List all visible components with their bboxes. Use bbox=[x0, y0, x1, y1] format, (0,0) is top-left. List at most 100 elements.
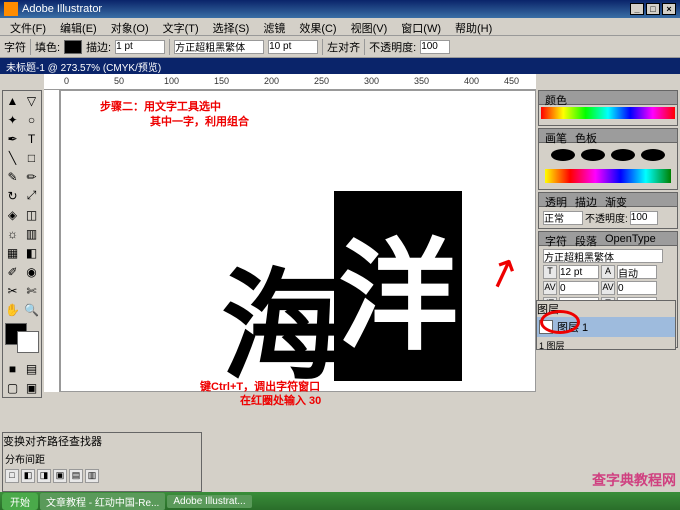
line-tool[interactable]: ╲ bbox=[3, 148, 22, 167]
menu-type[interactable]: 文字(T) bbox=[157, 20, 205, 33]
opacity-field[interactable] bbox=[630, 211, 658, 225]
kern-icon: AV bbox=[543, 281, 557, 295]
close-button[interactable]: × bbox=[662, 3, 676, 15]
maximize-button[interactable]: □ bbox=[646, 3, 660, 15]
fullscreen-mode[interactable]: ▣ bbox=[22, 378, 41, 397]
char-leading[interactable] bbox=[617, 265, 657, 279]
slice-tool[interactable]: ✂ bbox=[3, 281, 22, 300]
size-icon: T bbox=[543, 265, 557, 279]
tab-brush[interactable]: 画笔 bbox=[541, 130, 571, 141]
fill-swatch[interactable] bbox=[64, 40, 82, 54]
symbol-tool[interactable]: ☼ bbox=[3, 224, 22, 243]
color-spectrum[interactable] bbox=[541, 107, 675, 119]
tab-character[interactable]: 字符 bbox=[541, 233, 571, 244]
menu-select[interactable]: 选择(S) bbox=[207, 20, 256, 33]
pathfinder-panel: 变换对齐路径查找器 分布间距 □ ◧ ◨ ▣ ▤ ▥ bbox=[2, 432, 202, 492]
tab-stroke[interactable]: 描边 bbox=[571, 194, 601, 205]
tab-align[interactable]: 对齐 bbox=[25, 436, 47, 448]
direct-select-tool[interactable]: ▽ bbox=[22, 91, 41, 110]
rotate-tool[interactable]: ↻ bbox=[3, 186, 22, 205]
brush-swatch[interactable] bbox=[641, 149, 665, 161]
opacity-input[interactable] bbox=[420, 40, 450, 54]
pen-tool[interactable]: ✒ bbox=[3, 129, 22, 148]
gradient-mode[interactable]: ▤ bbox=[22, 359, 41, 378]
text-char-2[interactable]: 洋 bbox=[338, 230, 458, 364]
zoom-tool[interactable]: 🔍 bbox=[22, 300, 41, 319]
minimize-button[interactable]: _ bbox=[630, 3, 644, 15]
app-title: Adobe Illustrator bbox=[22, 3, 102, 15]
magic-wand-tool[interactable]: ✦ bbox=[3, 110, 22, 129]
color-mode[interactable]: ■ bbox=[3, 359, 22, 378]
annotation-circle bbox=[540, 310, 580, 334]
tab-trans[interactable]: 透明 bbox=[541, 194, 571, 205]
char-font[interactable] bbox=[543, 249, 663, 263]
gradient-preview[interactable] bbox=[545, 169, 671, 183]
font-size-input[interactable] bbox=[268, 40, 318, 54]
menu-help[interactable]: 帮助(H) bbox=[449, 20, 498, 33]
layer-count: 1 图层 bbox=[537, 337, 675, 354]
menu-effect[interactable]: 效果(C) bbox=[293, 20, 342, 33]
free-transform-tool[interactable]: ◫ bbox=[22, 205, 41, 224]
menu-filter[interactable]: 滤镜 bbox=[257, 20, 291, 33]
blend-tool[interactable]: ◉ bbox=[22, 262, 41, 281]
char-kerning[interactable] bbox=[559, 281, 599, 295]
document-tab[interactable]: 未标题-1 @ 273.57% (CMYK/预览) bbox=[0, 58, 680, 74]
canvas[interactable]: 海 洋 bbox=[60, 90, 536, 392]
pathfinder-btn[interactable]: ▣ bbox=[53, 469, 67, 483]
selection-tool[interactable]: ▲ bbox=[3, 91, 22, 110]
brush-swatch[interactable] bbox=[611, 149, 635, 161]
tab-swatch[interactable]: 色板 bbox=[571, 130, 601, 141]
fill-label: 填色: bbox=[35, 39, 60, 55]
screen-mode[interactable]: ▢ bbox=[3, 378, 22, 397]
align-label[interactable]: 左对齐 bbox=[327, 39, 360, 55]
blend-mode[interactable] bbox=[543, 211, 583, 225]
stroke-weight[interactable] bbox=[115, 40, 165, 54]
graph-tool[interactable]: ▥ bbox=[22, 224, 41, 243]
pathfinder-btn[interactable]: ◨ bbox=[37, 469, 51, 483]
warp-tool[interactable]: ◈ bbox=[3, 205, 22, 224]
scissors-tool[interactable]: ✄ bbox=[22, 281, 41, 300]
background-color[interactable] bbox=[17, 331, 39, 353]
pathfinder-btn[interactable]: □ bbox=[5, 469, 19, 483]
rect-tool[interactable]: □ bbox=[22, 148, 41, 167]
gradient-tool[interactable]: ◧ bbox=[22, 243, 41, 262]
lasso-tool[interactable]: ○ bbox=[22, 110, 41, 129]
char-size[interactable] bbox=[559, 265, 599, 279]
taskbar-item[interactable]: 文章教程 - 红动中国-Re... bbox=[40, 493, 165, 510]
menu-view[interactable]: 视图(V) bbox=[345, 20, 394, 33]
menu-window[interactable]: 窗口(W) bbox=[395, 20, 447, 33]
pathfinder-btn[interactable]: ▥ bbox=[85, 469, 99, 483]
opt-label: 字符 bbox=[4, 39, 26, 55]
type-tool[interactable]: T bbox=[22, 129, 41, 148]
tab-pathfinder[interactable]: 路径查找器 bbox=[47, 436, 102, 448]
mesh-tool[interactable]: ▦ bbox=[3, 243, 22, 262]
ruler-vertical bbox=[44, 90, 60, 392]
track-icon: AV bbox=[601, 281, 615, 295]
font-family-input[interactable] bbox=[174, 40, 264, 54]
char-tracking[interactable] bbox=[617, 281, 657, 295]
menu-edit[interactable]: 编辑(E) bbox=[54, 20, 103, 33]
tab-color[interactable]: 颜色 bbox=[541, 92, 571, 103]
watermark: 查字典教程网 bbox=[592, 470, 676, 490]
scale-tool[interactable]: ⤢ bbox=[22, 186, 41, 205]
start-button[interactable]: 开始 bbox=[2, 493, 38, 510]
brush-swatch[interactable] bbox=[551, 149, 575, 161]
menu-file[interactable]: 文件(F) bbox=[4, 20, 52, 33]
tab-opentype[interactable]: OpenType bbox=[601, 233, 660, 244]
pencil-tool[interactable]: ✏ bbox=[22, 167, 41, 186]
text-char-1[interactable]: 海 bbox=[221, 260, 341, 392]
tab-transform[interactable]: 变换 bbox=[3, 436, 25, 448]
pathfinder-btn[interactable]: ◧ bbox=[21, 469, 35, 483]
leading-icon: A bbox=[601, 265, 615, 279]
taskbar-item[interactable]: Adobe Illustrat... bbox=[167, 495, 251, 508]
tab-paragraph[interactable]: 段落 bbox=[571, 233, 601, 244]
pathfinder-btn[interactable]: ▤ bbox=[69, 469, 83, 483]
toolbox: ▲▽ ✦○ ✒T ╲□ ✎✏ ↻⤢ ◈◫ ☼▥ ▦◧ ✐◉ ✂✄ ✋🔍 ■▤ ▢… bbox=[2, 90, 42, 398]
hand-tool[interactable]: ✋ bbox=[3, 300, 22, 319]
brush-tool[interactable]: ✎ bbox=[3, 167, 22, 186]
brush-swatch[interactable] bbox=[581, 149, 605, 161]
tab-grad[interactable]: 渐变 bbox=[601, 194, 631, 205]
color-picker[interactable] bbox=[5, 323, 39, 355]
menu-object[interactable]: 对象(O) bbox=[105, 20, 155, 33]
eyedropper-tool[interactable]: ✐ bbox=[3, 262, 22, 281]
